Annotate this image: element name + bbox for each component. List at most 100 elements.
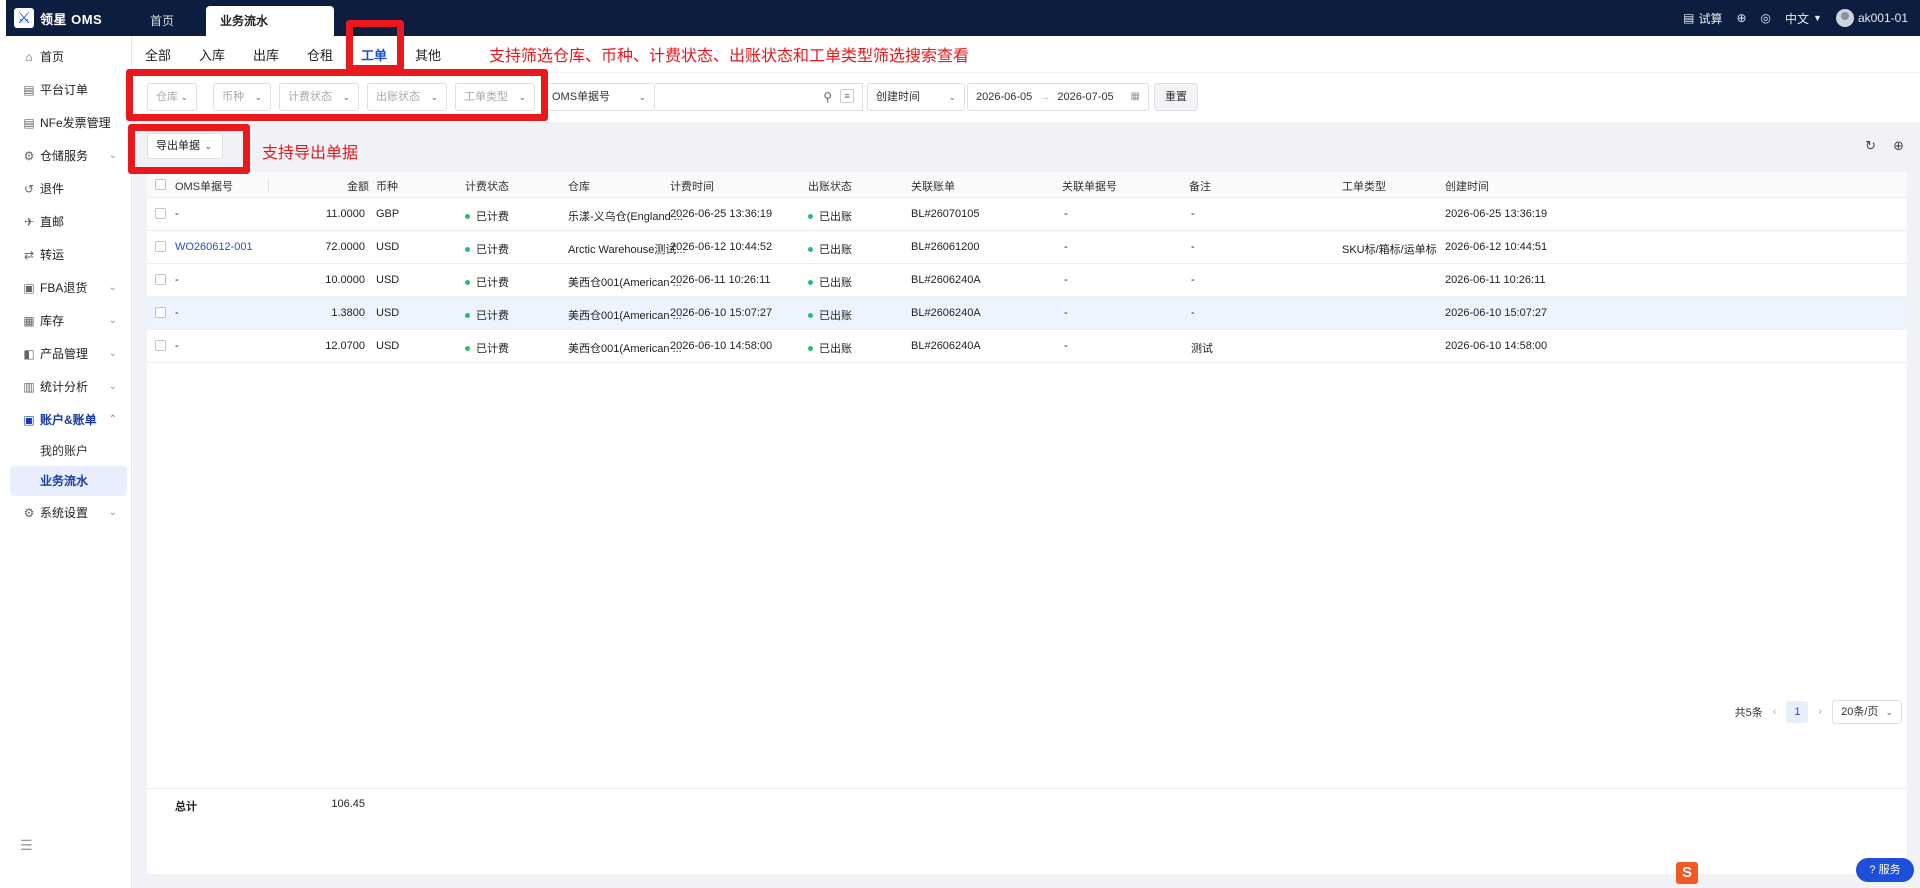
sidebar-item-label: 退件 [40,182,65,196]
sidebar-item-inventory[interactable]: ▦ 库存 ⌄ [6,304,131,337]
col-currency: 币种 [376,181,398,193]
sidebar-item-settings[interactable]: ⚙ 系统设置 ⌄ [6,496,131,529]
next-page-icon[interactable]: › [1818,706,1822,718]
table-row[interactable]: WO260612-001 72.0000 USD 已计费 Arctic Warehous… [147,231,1907,264]
chevron-down-icon: ⌄ [108,348,117,359]
search-input[interactable]: ⚲ ≡ [655,83,863,111]
sidebar-item-mail[interactable]: ✈ 直邮 [6,205,131,238]
select-all-checkbox[interactable] [155,179,166,190]
sidebar-item-transfer[interactable]: ⇄ 转运 [6,238,131,271]
top-tab-business-flow[interactable]: 业务流水 [206,6,334,36]
account-icon: ▣ [23,412,35,427]
cell-oms-no: - [175,208,179,220]
tab-inbound[interactable]: 入库 [199,45,225,64]
row-checkbox[interactable] [155,307,166,318]
search-icon[interactable]: ⚲ [823,90,832,104]
inventory-icon: ▦ [23,313,35,328]
status-dot-icon [808,312,813,318]
page-number[interactable]: 1 [1786,701,1809,723]
user-menu[interactable]: ak001-01 [1835,9,1908,27]
cell-billing-status: 已计费 [465,307,509,323]
refresh-icon[interactable]: ↻ [1865,138,1876,154]
cell-bill-status-text: 已出账 [819,277,852,289]
date-range-picker[interactable]: 2026-06-05 → 2026-07-05 ▦ [967,83,1149,111]
download-icon[interactable]: ⊕ [1736,11,1746,25]
sidebar: ⌂ 首页 ▤ 平台订单 ▤ NFe发票管理 ⚙ 仓储服务 ⌄ ↺ 退件 ✈ 直邮 ⇄ 转运 ▣ FBA退货 ⌄ ▦ 库… [6,36,132,888]
calculator-icon: ▤ [1683,11,1695,25]
app-title: 领星 OMS [40,11,103,27]
cell-related-no: - [1064,340,1068,352]
sidebar-item-label: 首页 [40,50,65,64]
row-checkbox[interactable] [155,274,166,285]
sidebar-item-home[interactable]: ⌂ 首页 [6,40,131,73]
app-logo[interactable]: ⚔ 领星 OMS [14,8,102,28]
collapse-sidebar-icon[interactable]: ☰ [20,837,33,854]
chevron-up-icon: ⌃ [108,414,117,425]
col-amount: 金额 [347,181,369,193]
tab-all[interactable]: 全部 [145,45,171,64]
sidebar-item-product[interactable]: ◧ 产品管理 ⌄ [6,337,131,370]
table-header: OMS单据号 金额 币种 计费状态 仓库 计费时间 出账状态 关联账单 关联单据… [147,172,1907,198]
batch-search-icon[interactable]: ≡ [840,89,854,103]
sidebar-sub-my-account[interactable]: 我的账户 [6,436,131,466]
sidebar-item-label: 转运 [40,248,65,262]
col-remark: 备注 [1189,181,1211,193]
page-size-select[interactable]: 20条/页 ⌄ [1832,700,1902,724]
sidebar-item-invoice[interactable]: ▤ NFe发票管理 [6,106,131,139]
chevron-down-icon: ⌄ [1885,707,1893,717]
col-warehouse: 仓库 [568,181,590,193]
cell-bill-status: 已出账 [808,307,852,323]
date-field-select[interactable]: 创建时间 ⌄ [867,83,965,111]
tab-storage-fee[interactable]: 仓租 [307,45,333,64]
top-tab-home[interactable]: 首页 [136,6,188,36]
pagination-total: 共5条 [1734,707,1763,719]
export-annotation: 支持导出单据 [262,143,359,162]
total-label: 总计 [175,801,197,813]
sidebar-sub-business-flow[interactable]: 业务流水 [10,466,127,496]
table-row[interactable]: -1.3800 USD 已计费 美西仓001(American ... 2026-06-… [147,297,1907,330]
ime-icon[interactable]: S [1676,862,1698,884]
sidebar-item-label: 库存 [40,314,65,328]
page-size-label: 20条/页 [1841,706,1879,718]
highlight-filters [126,69,548,121]
table-row[interactable]: -10.0000 USD 已计费 美西仓001(American ... 2026-06… [147,264,1907,297]
cell-billing-status: 已计费 [465,241,509,257]
service-label: 服务 [1878,864,1901,876]
order-icon: ▤ [23,82,35,97]
sidebar-item-order[interactable]: ▤ 平台订单 [6,73,131,106]
status-dot-icon [808,213,813,219]
cell-related-no: - [1064,274,1068,286]
prev-page-icon[interactable]: ‹ [1773,706,1777,718]
cell-remark: - [1191,208,1195,220]
cell-created-time: 2026-06-12 10:44:51 [1445,241,1548,253]
settings-top-icon[interactable]: ◎ [1761,11,1771,25]
row-checkbox[interactable] [155,340,166,351]
service-button[interactable]: ? 服务 [1856,858,1914,882]
product-icon: ◧ [23,346,35,361]
sidebar-item-label: 直邮 [40,215,65,229]
cell-oms-no[interactable]: WO260612-001 [175,241,253,253]
arrow-right-icon: → [1039,91,1051,103]
tab-outbound[interactable]: 出库 [253,45,279,64]
table-row[interactable]: -12.0700 USD 已计费 美西仓001(American ... 2026-06… [147,330,1907,363]
row-checkbox[interactable] [155,241,166,252]
sidebar-item-fba[interactable]: ▣ FBA退货 ⌄ [6,271,131,304]
column-settings-icon[interactable]: ⊕ [1893,138,1904,154]
sidebar-item-stats[interactable]: ▥ 统计分析 ⌄ [6,370,131,403]
sidebar-item-return[interactable]: ↺ 退件 [6,172,131,205]
tab-other[interactable]: 其他 [415,45,441,64]
sidebar-item-warehouse[interactable]: ⚙ 仓储服务 ⌄ [6,139,131,172]
table-row[interactable]: -11.0000 GBP 已计费 乐漾-义乌仓(England ... 2026-06-… [147,198,1907,231]
reset-button[interactable]: 重置 [1154,83,1198,111]
avatar [1835,9,1854,27]
language-select[interactable]: 中文 ▼ [1785,10,1822,27]
row-checkbox[interactable] [155,208,166,219]
chevron-down-icon: ⌄ [108,507,117,518]
sidebar-item-account[interactable]: ▣ 账户&账单 ⌃ [6,403,131,436]
cell-billing-status: 已计费 [465,208,509,224]
cell-created-time: 2026-06-25 13:36:19 [1445,208,1548,220]
trial-button[interactable]: ▤ 试算 [1683,10,1722,27]
search-field-select[interactable]: OMS单据号 ⌄ [543,83,655,111]
user-name: ak001-01 [1857,11,1908,25]
total-row: 总计 106.45 [147,788,1907,818]
